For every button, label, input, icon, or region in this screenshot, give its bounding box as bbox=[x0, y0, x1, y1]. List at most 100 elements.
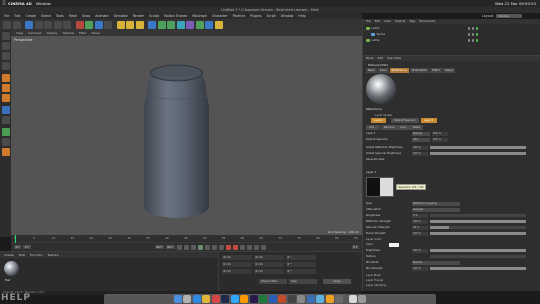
layer-preview[interactable] bbox=[366, 177, 394, 197]
size-z-field[interactable]: 0 cm bbox=[254, 269, 284, 274]
material-menu-function[interactable]: Function bbox=[30, 252, 43, 258]
attenuation-dropdown[interactable]: Average bbox=[412, 207, 460, 212]
workplane-icon[interactable] bbox=[1, 62, 10, 70]
layout-dropdown[interactable]: Startup bbox=[496, 14, 522, 18]
object-row[interactable]: Lathe bbox=[366, 26, 538, 31]
object-menu-objects[interactable]: Objects bbox=[395, 19, 406, 24]
subdivision-surface-icon[interactable] bbox=[167, 20, 175, 29]
texture-slot[interactable] bbox=[430, 255, 526, 258]
snap-icon[interactable] bbox=[1, 128, 10, 136]
type-dropdown[interactable]: Reflection (Legacy) bbox=[412, 201, 460, 206]
param-value[interactable]: 100 % bbox=[412, 248, 428, 253]
add-layer-button[interactable]: Add... bbox=[366, 125, 380, 130]
recent-tools-icon[interactable] bbox=[63, 20, 71, 29]
locked-workplane-icon[interactable] bbox=[1, 138, 10, 146]
mix-mode-dropdown[interactable]: Normal bbox=[412, 260, 460, 265]
photoshop-icon[interactable] bbox=[230, 295, 239, 303]
make-editable-icon[interactable] bbox=[1, 32, 10, 40]
param-value[interactable]: 100 % bbox=[412, 151, 428, 156]
can-model[interactable] bbox=[11, 36, 362, 235]
preview-icon[interactable] bbox=[316, 295, 325, 303]
safari-icon[interactable] bbox=[192, 295, 201, 303]
attribute-menu-edit[interactable]: Edit bbox=[378, 56, 383, 61]
param-slider[interactable] bbox=[430, 249, 526, 252]
finder-icon[interactable] bbox=[173, 295, 182, 303]
chrome-icon[interactable] bbox=[202, 295, 211, 303]
go-to-end-icon[interactable] bbox=[218, 244, 224, 250]
material-menu-edit[interactable]: Edit bbox=[19, 252, 25, 258]
param-slider[interactable] bbox=[430, 152, 526, 155]
app-store-icon[interactable] bbox=[306, 295, 315, 303]
layer-fresnel-section[interactable]: Layer Fresnel bbox=[366, 279, 383, 282]
layer-1-tab[interactable]: Layer 1 bbox=[421, 118, 437, 123]
rotation-key-icon[interactable] bbox=[260, 244, 266, 250]
param-value[interactable]: 100 % bbox=[412, 145, 428, 150]
enable-axis-icon[interactable] bbox=[1, 106, 10, 114]
launchpad-icon[interactable] bbox=[183, 295, 192, 303]
layer-mode-dropdown[interactable]: Normal bbox=[412, 131, 430, 136]
position-key-icon[interactable] bbox=[246, 244, 252, 250]
undo-icon[interactable] bbox=[3, 20, 11, 29]
end-frame-field-2[interactable]: 90 F bbox=[165, 244, 175, 250]
param-value[interactable]: 100 % bbox=[412, 219, 428, 224]
layers-tab[interactable]: Layers bbox=[371, 118, 386, 123]
size-x-field[interactable]: 0 cm bbox=[254, 255, 284, 260]
render-view-icon[interactable] bbox=[116, 20, 125, 29]
play-icon[interactable] bbox=[197, 244, 203, 250]
layer-row[interactable]: Default Specular Add 100 % bbox=[366, 137, 538, 142]
points-mode-icon[interactable] bbox=[1, 74, 10, 82]
floor-icon[interactable] bbox=[195, 20, 204, 29]
end-frame-field[interactable]: 90 F bbox=[154, 244, 164, 250]
render-settings-icon[interactable] bbox=[135, 20, 144, 29]
previous-frame-icon[interactable] bbox=[190, 244, 196, 250]
keyframe-selection-icon[interactable] bbox=[239, 244, 245, 250]
apply-button[interactable]: Apply bbox=[323, 279, 351, 284]
object-menu-edit[interactable]: Edit bbox=[375, 19, 380, 24]
param-slider[interactable] bbox=[430, 220, 526, 223]
coordinate-system-icon[interactable] bbox=[104, 20, 112, 29]
os-clock[interactable]: Wed 22 Mar 09:50:53 bbox=[495, 1, 536, 6]
texture-mode-icon[interactable] bbox=[1, 52, 10, 60]
cinema4d-icon[interactable] bbox=[287, 295, 296, 303]
os-app-name[interactable]: CINEMA 4D bbox=[8, 1, 32, 6]
next-key-icon[interactable] bbox=[211, 244, 217, 250]
illustrator-icon[interactable] bbox=[240, 295, 249, 303]
rotation-h-field[interactable]: 0 ° bbox=[286, 255, 316, 260]
apple-icon[interactable]:  bbox=[0, 1, 8, 6]
deformer-icon[interactable] bbox=[186, 20, 194, 29]
system-preferences-icon[interactable] bbox=[297, 295, 306, 303]
calendar-icon[interactable] bbox=[211, 295, 220, 303]
move-icon[interactable] bbox=[34, 20, 43, 29]
paste-layer-button[interactable]: Paste bbox=[410, 125, 424, 130]
premiere-icon[interactable] bbox=[221, 295, 230, 303]
edges-mode-icon[interactable] bbox=[1, 84, 10, 92]
go-to-start-icon[interactable] bbox=[176, 244, 182, 250]
material-menu-create[interactable]: Create bbox=[4, 252, 14, 258]
coordinate-mode-dropdown[interactable]: Object (Rel) bbox=[259, 279, 287, 284]
layer-opacity[interactable]: 100 % bbox=[432, 131, 448, 136]
render-dot[interactable] bbox=[471, 33, 474, 36]
param-value[interactable]: 100 % bbox=[412, 266, 428, 271]
material-thumbnail[interactable] bbox=[4, 261, 19, 276]
render-dot[interactable] bbox=[471, 39, 474, 42]
tab-reflectance[interactable]: Reflectance bbox=[389, 68, 409, 73]
record-key-icon[interactable] bbox=[225, 244, 231, 250]
enabled-check[interactable] bbox=[475, 33, 478, 36]
visibility-dot[interactable] bbox=[467, 33, 470, 36]
param-slider[interactable] bbox=[430, 267, 526, 270]
position-y-field[interactable]: 0 cm bbox=[222, 262, 252, 267]
enabled-check[interactable] bbox=[475, 27, 478, 30]
param-value[interactable]: 0 % bbox=[412, 213, 428, 218]
next-frame-icon[interactable] bbox=[204, 244, 210, 250]
x-axis-icon[interactable] bbox=[75, 20, 84, 29]
model-mode-icon[interactable] bbox=[1, 42, 10, 50]
planar-workplane-icon[interactable] bbox=[1, 148, 10, 156]
word-icon[interactable] bbox=[268, 295, 277, 303]
after-effects-icon[interactable] bbox=[249, 295, 258, 303]
remove-layer-button[interactable]: Remove bbox=[381, 125, 398, 130]
layer-row[interactable]: Layer 1 Normal 100 % bbox=[366, 131, 538, 136]
scale-icon[interactable] bbox=[44, 20, 52, 29]
timeline-ruler[interactable]: 051015202530354045505560657075808590 bbox=[11, 235, 362, 243]
param-slider[interactable] bbox=[430, 226, 526, 229]
param-value[interactable]: 20 % bbox=[412, 225, 428, 230]
